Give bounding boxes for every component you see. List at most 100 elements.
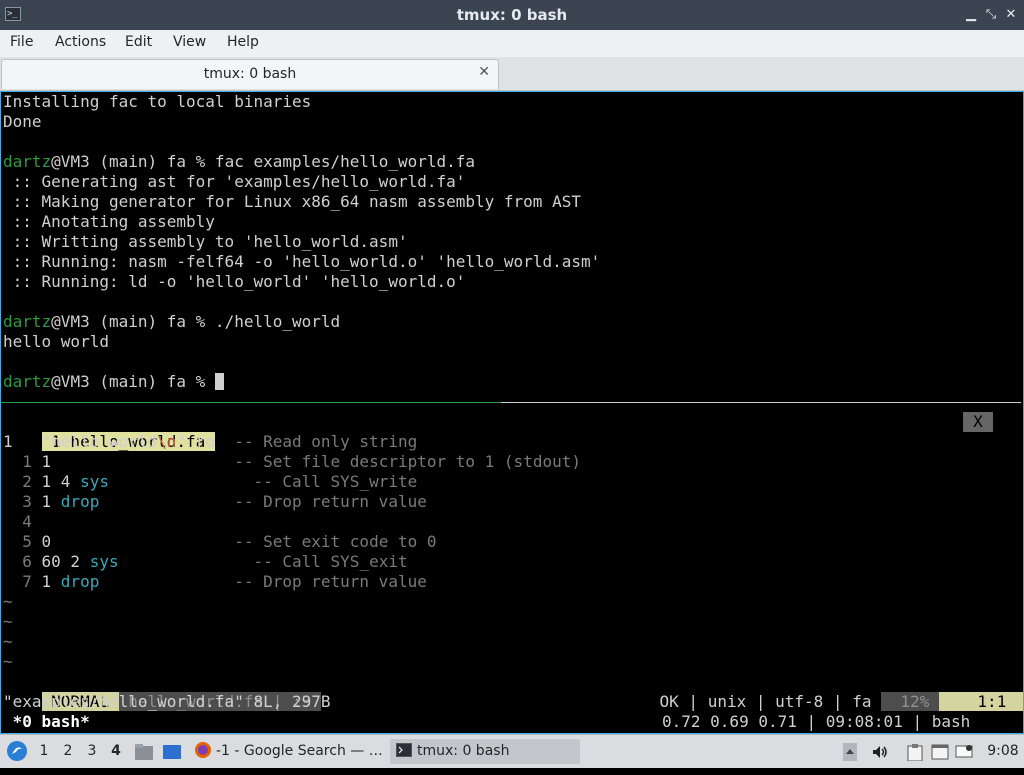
line-number: 7 bbox=[3, 572, 42, 591]
code-token: -- Set exit code to 0 bbox=[234, 532, 437, 551]
network-icon[interactable] bbox=[955, 743, 973, 761]
shell-output-line: :: Running: ld -o 'hello_world' 'hello_w… bbox=[3, 272, 466, 291]
vim-empty-line-tilde: ~ bbox=[3, 592, 13, 611]
vim-code-line: 6 60 2 sys -- Call SYS_exit bbox=[3, 552, 408, 572]
clipboard-icon[interactable] bbox=[907, 743, 925, 762]
show-desktop-icon[interactable] bbox=[161, 735, 183, 768]
tab-close-icon[interactable]: ✕ bbox=[478, 64, 490, 80]
taskbar: 1 2 3 4 -1 - Google Search — … tmux: 0 b… bbox=[0, 734, 1024, 768]
vim-code-line: 1 "hello world\n" ro -- Read only string bbox=[3, 432, 417, 452]
code-token: -- Read only string bbox=[234, 432, 418, 451]
workspace-3[interactable]: 3 bbox=[81, 735, 103, 768]
tmux-status-right: 0.72 0.69 0.71 | 09:08:01 | bash bbox=[662, 712, 980, 731]
code-token: 1 bbox=[41, 452, 52, 471]
code-token: 0 bbox=[41, 532, 52, 551]
code-token: -- Call SYS_write bbox=[253, 472, 418, 491]
app-launcher-icon[interactable] bbox=[4, 735, 30, 768]
file-manager-icon[interactable] bbox=[133, 735, 155, 768]
code-token: 1 bbox=[41, 572, 61, 591]
menu-bar: File Actions Edit View Help bbox=[0, 30, 1024, 57]
vim-empty-line-tilde: ~ bbox=[3, 612, 13, 631]
code-token: -- Drop return value bbox=[234, 572, 427, 591]
minimize-button[interactable]: ▁ bbox=[962, 6, 980, 24]
close-window-button[interactable]: ✕ bbox=[1002, 6, 1020, 24]
terminal-area[interactable]: Installing fac to local binaries Done dart… bbox=[0, 91, 1024, 734]
code-token: " ro bbox=[176, 432, 235, 451]
shell-prompt-line: dartz@VM3 (main) fa % ./hello_world bbox=[3, 312, 340, 332]
code-token: 60 2 bbox=[41, 552, 90, 571]
shell-output-line: Installing fac to local binaries bbox=[3, 92, 312, 111]
shell-prompt-line: dartz@VM3 (main) fa % bbox=[3, 372, 224, 392]
code-token: 1 bbox=[41, 492, 61, 511]
firefox-icon bbox=[195, 742, 211, 758]
vim-empty-line-tilde: ~ bbox=[3, 652, 13, 671]
maximize-button[interactable]: ⤡ bbox=[982, 6, 1000, 24]
code-token: sys bbox=[89, 552, 119, 571]
prompt-user: dartz bbox=[3, 312, 52, 331]
vim-close-tab-button[interactable]: X bbox=[963, 412, 993, 432]
shell-output-line: :: Writting assembly to 'hello_world.asm… bbox=[3, 232, 408, 251]
active-pane-indicator bbox=[1, 402, 501, 403]
prompt-text: @VM3 (main) fa % fac examples/hello_worl… bbox=[51, 152, 476, 171]
menu-file[interactable]: File bbox=[8, 34, 35, 50]
prompt-text: @VM3 (main) fa % bbox=[51, 372, 215, 391]
window-title: tmux: 0 bash bbox=[456, 6, 568, 24]
shell-output-line: :: Anotating assembly bbox=[3, 212, 215, 231]
code-token: sys bbox=[80, 472, 109, 491]
line-number: 1 bbox=[3, 432, 23, 451]
vim-status-percent: 12% bbox=[881, 692, 939, 711]
vim-message: "examples/hello_world.fa" 8L, 297B bbox=[3, 692, 331, 711]
volume-icon[interactable] bbox=[871, 743, 889, 761]
shell-output-line: :: Making generator for Linux x86_64 nas… bbox=[3, 192, 581, 211]
code-token: -- Drop return value bbox=[234, 492, 427, 511]
shell-output-line: :: Running: nasm -felf64 -o 'hello_world… bbox=[3, 252, 601, 271]
task-tmux-label: tmux: 0 bash bbox=[417, 743, 510, 759]
task-firefox[interactable]: -1 - Google Search — … bbox=[190, 739, 382, 764]
menu-actions[interactable]: Actions bbox=[53, 34, 108, 50]
line-number: 3 bbox=[3, 492, 42, 511]
workspace-4[interactable]: 4 bbox=[105, 735, 127, 768]
task-firefox-label: -1 - Google Search — … bbox=[216, 743, 382, 759]
vim-statusline-right: OK | unix | utf-8 | fa 12% 1:1 bbox=[621, 672, 1023, 711]
clock[interactable]: 9:08 bbox=[985, 735, 1021, 768]
shell-output-line: :: Generating ast for 'examples/hello_wo… bbox=[3, 172, 466, 191]
vim-code-line: 3 1 drop -- Drop return value bbox=[3, 492, 427, 512]
prompt-user: dartz bbox=[3, 152, 52, 171]
line-number: 1 bbox=[3, 452, 42, 471]
vim-status-position: 1:1 bbox=[938, 692, 1023, 711]
vim-empty-line-tilde: ~ bbox=[3, 632, 13, 651]
vim-code-line: 5 0 -- Set exit code to 0 bbox=[3, 532, 437, 552]
code-token: -- Call SYS_exit bbox=[253, 552, 408, 571]
menu-edit[interactable]: Edit bbox=[123, 34, 154, 50]
shell-prompt-line: dartz@VM3 (main) fa % fac examples/hello… bbox=[3, 152, 475, 172]
tmux-status-left[interactable]: *0 bash* bbox=[3, 712, 90, 732]
shell-output-line: hello world bbox=[3, 332, 109, 351]
tab-bar: tmux: 0 bash ✕ bbox=[0, 57, 1024, 91]
menu-help[interactable]: Help bbox=[225, 34, 261, 50]
workspace-1[interactable]: 1 bbox=[33, 735, 55, 768]
code-token: drop bbox=[60, 572, 100, 591]
workspace-2[interactable]: 2 bbox=[57, 735, 79, 768]
vim-status-info: OK | unix | utf-8 | fa bbox=[659, 692, 882, 711]
up-arrow-icon[interactable] bbox=[843, 743, 861, 761]
tab-tmux[interactable]: tmux: 0 bash ✕ bbox=[1, 59, 499, 89]
code-token: -- Set file descriptor to 1 (stdout) bbox=[234, 452, 581, 471]
menu-view[interactable]: View bbox=[171, 34, 208, 50]
code-token: \n bbox=[157, 432, 177, 451]
line-number: 4 bbox=[3, 512, 42, 531]
vim-code-line: 4 bbox=[3, 512, 42, 532]
vim-code-line: 1 1 -- Set file descriptor to 1 (stdout) bbox=[3, 452, 581, 472]
code-token: drop bbox=[60, 492, 100, 511]
vim-statusline: NORMAL hello_world.fa | :3 bbox=[3, 672, 321, 711]
title-bar: >_ tmux: 0 bash ▁ ⤡ ✕ bbox=[0, 0, 1024, 30]
line-number: 2 bbox=[3, 472, 42, 491]
task-tmux[interactable]: tmux: 0 bash bbox=[390, 739, 580, 764]
prompt-user: dartz bbox=[3, 372, 52, 391]
notes-icon[interactable] bbox=[931, 743, 949, 761]
